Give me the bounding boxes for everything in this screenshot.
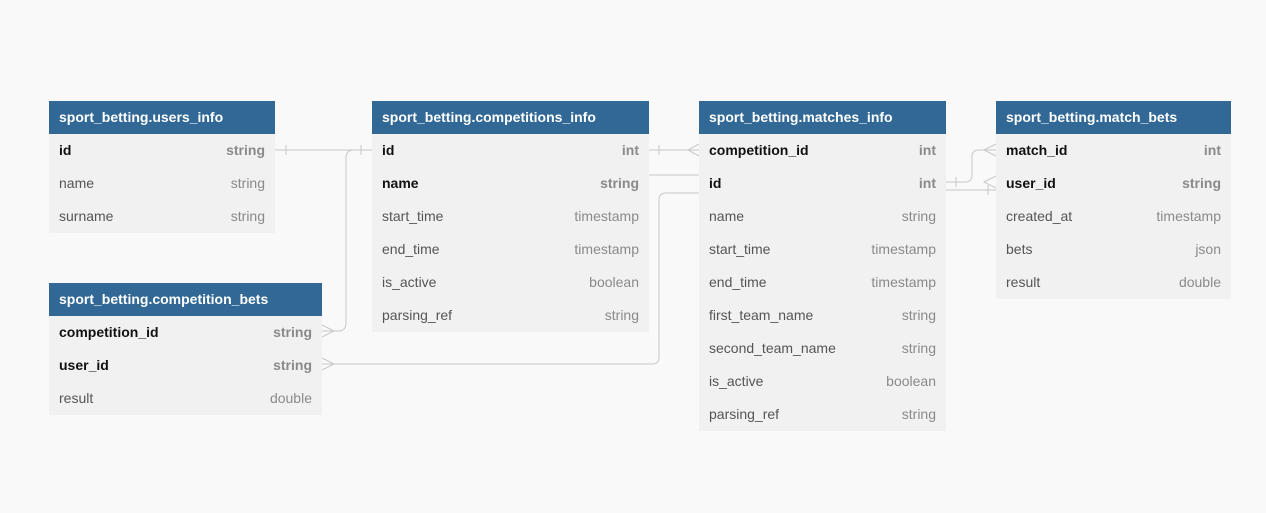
table-competition-bets[interactable]: sport_betting.competition_bets competiti… — [49, 283, 322, 415]
field-name: match_id — [1006, 142, 1068, 158]
connector-competitionbets-competitions — [322, 149, 372, 332]
field-name: end_time — [382, 241, 440, 257]
field-row-name[interactable]: name string — [699, 200, 946, 233]
field-type: string — [604, 307, 639, 323]
field-row-parsing-ref[interactable]: parsing_ref string — [699, 398, 946, 431]
field-name: user_id — [59, 357, 109, 373]
field-name: competition_id — [709, 142, 809, 158]
connector-matches-matchbets — [946, 149, 996, 183]
field-row-competition-id[interactable]: competition_id int — [699, 134, 946, 167]
field-type: string — [901, 340, 936, 356]
table-match-bets[interactable]: sport_betting.match_bets match_id int us… — [996, 101, 1231, 299]
field-row-surname[interactable]: surname string — [49, 200, 275, 233]
table-users-info[interactable]: sport_betting.users_info id string name … — [49, 101, 275, 233]
field-type: int — [1203, 142, 1221, 158]
field-type: string — [901, 307, 936, 323]
field-name: surname — [59, 208, 114, 224]
field-row-id[interactable]: id int — [699, 167, 946, 200]
field-row-user-id[interactable]: user_id string — [49, 349, 322, 382]
field-name: parsing_ref — [382, 307, 453, 323]
field-type: timestamp — [574, 208, 639, 224]
field-type: string — [1182, 175, 1221, 191]
table-competitions-info[interactable]: sport_betting.competitions_info id int n… — [372, 101, 649, 332]
field-type: int — [918, 142, 936, 158]
field-type: double — [269, 390, 312, 406]
field-row-is-active[interactable]: is_active boolean — [372, 266, 649, 299]
field-type: boolean — [886, 373, 936, 389]
field-type: int — [918, 175, 936, 191]
field-row-second-team-name[interactable]: second_team_name string — [699, 332, 946, 365]
field-name: result — [1006, 274, 1041, 290]
field-row-result[interactable]: result double — [996, 266, 1231, 299]
field-row-bets[interactable]: bets json — [996, 233, 1231, 266]
field-row-created-at[interactable]: created_at timestamp — [996, 200, 1231, 233]
field-row-name[interactable]: name string — [49, 167, 275, 200]
table-header[interactable]: sport_betting.match_bets — [996, 101, 1231, 134]
field-name: bets — [1006, 241, 1033, 257]
field-name: name — [709, 208, 745, 224]
field-type: string — [230, 208, 265, 224]
field-type: timestamp — [1156, 208, 1221, 224]
field-name: is_active — [709, 373, 764, 389]
field-type: double — [1178, 274, 1221, 290]
field-row-id[interactable]: id string — [49, 134, 275, 167]
field-row-first-team-name[interactable]: first_team_name string — [699, 299, 946, 332]
table-header[interactable]: sport_betting.competitions_info — [372, 101, 649, 134]
field-row-name[interactable]: name string — [372, 167, 649, 200]
field-row-start-time[interactable]: start_time timestamp — [372, 200, 649, 233]
field-name: id — [59, 142, 72, 158]
field-name: id — [709, 175, 722, 191]
field-row-parsing-ref[interactable]: parsing_ref string — [372, 299, 649, 332]
field-name: first_team_name — [709, 307, 814, 323]
field-name: user_id — [1006, 175, 1056, 191]
field-name: id — [382, 142, 395, 158]
field-name: name — [59, 175, 95, 191]
diagram-canvas[interactable]: sport_betting.users_info id string name … — [0, 0, 1266, 513]
field-type: string — [901, 406, 936, 422]
field-name: created_at — [1006, 208, 1073, 224]
field-type: timestamp — [574, 241, 639, 257]
field-type: string — [226, 142, 265, 158]
table-header[interactable]: sport_betting.competition_bets — [49, 283, 322, 316]
field-type: int — [621, 142, 639, 158]
field-type: string — [901, 208, 936, 224]
field-row-is-active[interactable]: is_active boolean — [699, 365, 946, 398]
field-name: is_active — [382, 274, 437, 290]
field-row-start-time[interactable]: start_time timestamp — [699, 233, 946, 266]
field-name: second_team_name — [709, 340, 836, 356]
field-type: boolean — [589, 274, 639, 290]
field-type: json — [1195, 241, 1221, 257]
field-name: start_time — [382, 208, 444, 224]
field-type: string — [600, 175, 639, 191]
field-row-result[interactable]: result double — [49, 382, 322, 415]
field-row-user-id[interactable]: user_id string — [996, 167, 1231, 200]
field-name: end_time — [709, 274, 767, 290]
field-name: result — [59, 390, 94, 406]
field-name: parsing_ref — [709, 406, 780, 422]
field-row-competition-id[interactable]: competition_id string — [49, 316, 322, 349]
field-row-match-id[interactable]: match_id int — [996, 134, 1231, 167]
field-row-id[interactable]: id int — [372, 134, 649, 167]
field-type: string — [230, 175, 265, 191]
field-type: timestamp — [871, 241, 936, 257]
field-type: string — [273, 324, 312, 340]
field-row-end-time[interactable]: end_time timestamp — [372, 233, 649, 266]
field-name: competition_id — [59, 324, 159, 340]
table-matches-info[interactable]: sport_betting.matches_info competition_i… — [699, 101, 946, 431]
field-name: start_time — [709, 241, 771, 257]
field-type: string — [273, 357, 312, 373]
field-name: name — [382, 175, 419, 191]
table-header[interactable]: sport_betting.matches_info — [699, 101, 946, 134]
field-row-end-time[interactable]: end_time timestamp — [699, 266, 946, 299]
field-type: timestamp — [871, 274, 936, 290]
table-header[interactable]: sport_betting.users_info — [49, 101, 275, 134]
